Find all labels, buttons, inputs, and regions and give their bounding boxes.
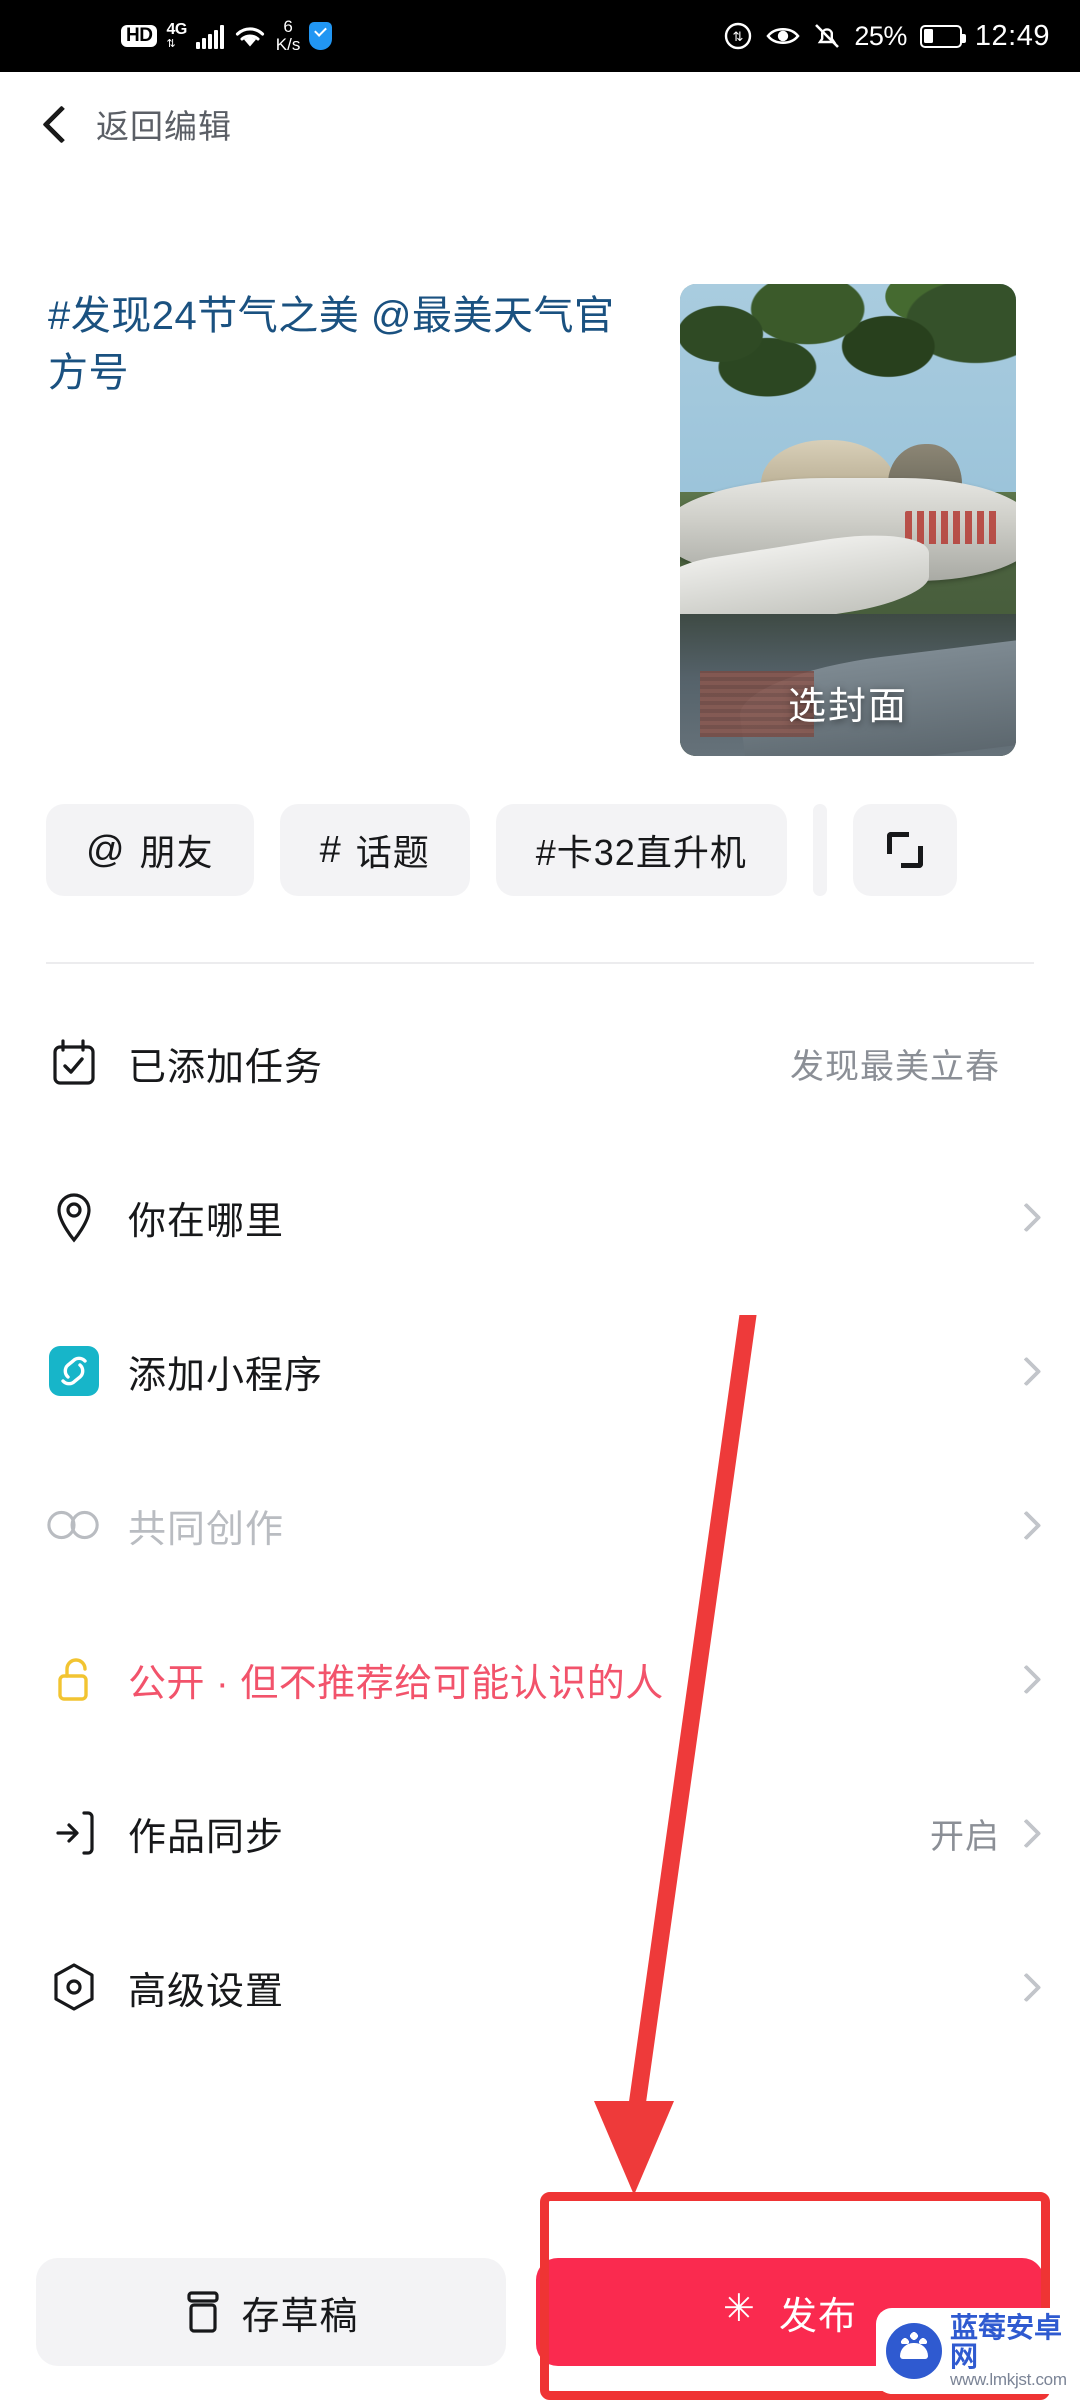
- mute-bell-icon: [813, 21, 841, 51]
- compose-area: #发现24节气之美 @最美天气官方号 选封面: [0, 188, 1080, 768]
- row-label: 作品同步: [128, 1816, 285, 1859]
- watermark-text: 蓝莓安卓网 www.lmkjst.com: [950, 2313, 1067, 2390]
- mention-friend-label: 朋友: [139, 832, 214, 873]
- row-label: 高级设置: [128, 1970, 285, 2013]
- quick-insert-chips: @ 朋友 # 话题 #卡32直升机: [0, 790, 1080, 910]
- publish-label: 发布: [778, 2295, 857, 2338]
- page-header: 返回编辑: [0, 72, 1080, 176]
- status-bar: HD 4G ⇅ 6 K/s ⇅ 25% 12:49: [0, 0, 1080, 72]
- android-robot-icon: [886, 2323, 942, 2379]
- watermark-url: www.lmkjst.com: [950, 2370, 1067, 2390]
- chevron-right-icon: [1016, 1515, 1036, 1535]
- signal-bars-icon: [195, 23, 224, 49]
- mini-program-icon: [46, 1346, 102, 1396]
- advanced-settings-icon: [46, 1962, 102, 2012]
- at-symbol-icon: @: [86, 828, 126, 871]
- topic-label: 话题: [355, 832, 430, 873]
- row-value: 发现最美立春: [790, 1047, 1000, 1086]
- sparkle-icon: [723, 2286, 759, 2331]
- scan-frame-icon: [886, 832, 923, 868]
- status-bar-left: HD 4G ⇅ 6 K/s: [121, 17, 333, 54]
- net-speed-icon: 6 K/s: [275, 17, 301, 54]
- battery-icon: [919, 24, 966, 48]
- data-arrows-icon: ⇅: [166, 38, 176, 50]
- hashtag-ka32-label: #卡32直升机: [535, 832, 747, 873]
- security-shield-icon: [309, 22, 333, 50]
- topic-chip[interactable]: # 话题: [279, 804, 470, 896]
- hash-symbol-icon: #: [319, 828, 342, 871]
- hd-badge-icon: HD: [121, 25, 158, 47]
- unlock-icon: [46, 1654, 102, 1704]
- scan-chip[interactable]: [852, 804, 957, 896]
- location-pin-icon: [46, 1191, 102, 1243]
- co-creation-icon: [46, 1507, 102, 1543]
- row-value: 开启: [930, 1817, 1000, 1856]
- chevron-right-icon: [1016, 1361, 1036, 1381]
- chevron-right-icon: [1016, 1207, 1036, 1227]
- chevron-right-icon: [1016, 1823, 1036, 1843]
- hashtag-ka32-chip[interactable]: #卡32直升机: [495, 804, 787, 896]
- row-label: 共同创作: [128, 1508, 285, 1551]
- back-arrow-icon[interactable]: [38, 107, 72, 141]
- watermark-site-name: 蓝莓安卓网: [950, 2311, 1063, 2373]
- row-added-task[interactable]: 已添加任务 发现最美立春: [0, 986, 1080, 1140]
- battery-percent-label: 25%: [854, 20, 907, 51]
- task-calendar-icon: [46, 1039, 102, 1087]
- draft-box-icon: [183, 2289, 223, 2335]
- cover-thumbnail[interactable]: 选封面: [680, 284, 1016, 756]
- mini-program-badge: [49, 1346, 99, 1396]
- svg-text:⇅: ⇅: [733, 29, 744, 44]
- watermark-pill: 蓝莓安卓网 www.lmkjst.com: [876, 2308, 1072, 2394]
- mention-friend-chip[interactable]: @ 朋友: [46, 804, 254, 896]
- row-advanced-settings[interactable]: 高级设置: [0, 1910, 1080, 2064]
- save-draft-label: 存草稿: [241, 2295, 359, 2338]
- chip-partial-peek[interactable]: [812, 804, 827, 896]
- watermark: 蓝莓安卓网 www.lmkjst.com: [876, 2296, 1072, 2394]
- row-label: 已添加任务: [128, 1046, 324, 1089]
- row-privacy[interactable]: 公开 · 但不推荐给可能认识的人: [0, 1602, 1080, 1756]
- network-type-icon: 4G ⇅: [166, 21, 187, 50]
- row-mini-program[interactable]: 添加小程序: [0, 1294, 1080, 1448]
- save-draft-button[interactable]: 存草稿: [36, 2258, 506, 2366]
- cover-image-red-markings: [905, 510, 1000, 544]
- eye-comfort-icon: [766, 24, 801, 48]
- options-list: 已添加任务 发现最美立春 你在哪里 添加小程序 共同创作 公开 · 但不推荐给可…: [0, 986, 1080, 2064]
- section-divider: [46, 962, 1034, 964]
- sync-icon: [46, 1809, 102, 1857]
- row-label: 公开 · 但不推荐给可能认识的人: [128, 1662, 664, 1705]
- chevron-right-icon: [1016, 1669, 1036, 1689]
- row-location[interactable]: 你在哪里: [0, 1140, 1080, 1294]
- app-screen: HD 4G ⇅ 6 K/s ⇅ 25% 12:49 返回编辑 #发现24节气之美…: [0, 0, 1080, 2400]
- chevron-right-icon: [1016, 1977, 1036, 1997]
- back-to-edit-label[interactable]: 返回编辑: [96, 100, 232, 148]
- row-sync[interactable]: 作品同步 开启: [0, 1756, 1080, 1910]
- row-label: 添加小程序: [128, 1354, 324, 1397]
- clock-label: 12:49: [974, 19, 1050, 52]
- caption-text[interactable]: #发现24节气之美 @最美天气官方号: [48, 288, 628, 402]
- row-label: 你在哪里: [128, 1200, 285, 1243]
- row-co-creation[interactable]: 共同创作: [0, 1448, 1080, 1602]
- data-transfer-icon: ⇅: [723, 21, 753, 51]
- status-bar-right: ⇅ 25% 12:49: [723, 20, 1050, 53]
- select-cover-label[interactable]: 选封面: [680, 675, 1016, 730]
- wifi-icon: [233, 23, 267, 49]
